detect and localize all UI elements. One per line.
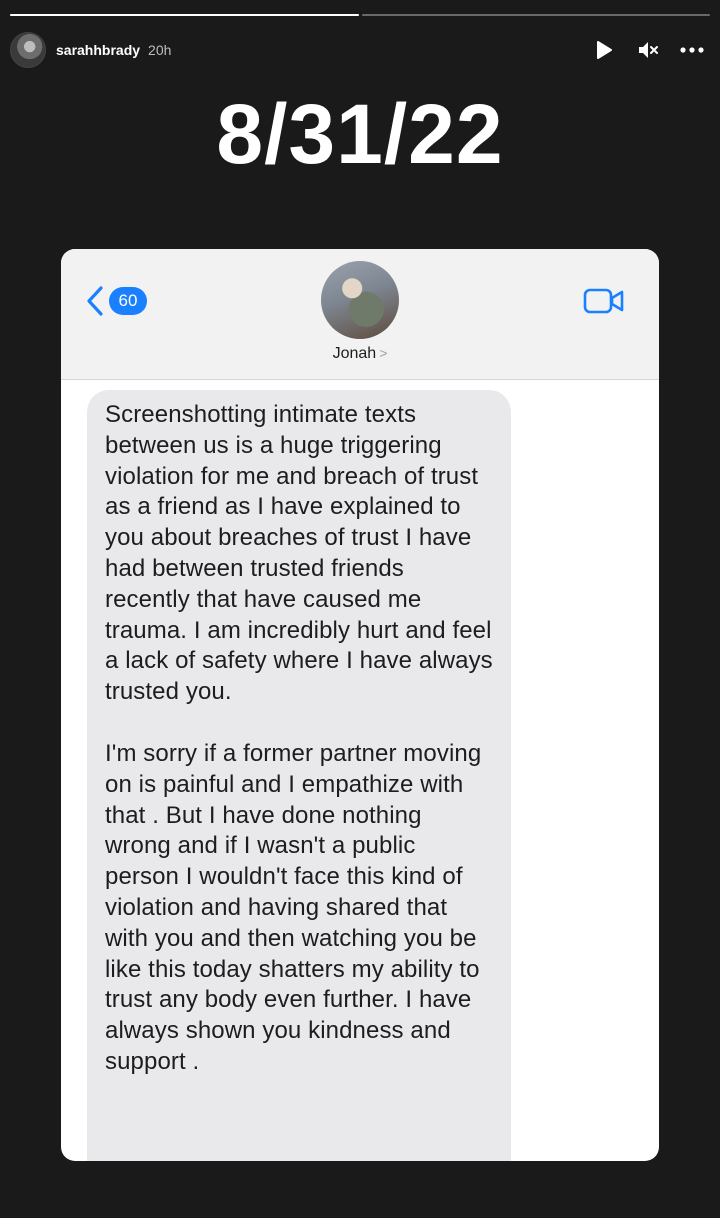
- chevron-left-icon: [87, 286, 103, 316]
- imessage-screenshot: 60 Jonah > Screenshotting intimate texts …: [61, 249, 659, 1161]
- more-horizontal-icon[interactable]: [680, 38, 704, 62]
- progress-segment-2: [361, 14, 710, 16]
- story-header: sarahhbrady 20h: [10, 30, 704, 70]
- play-icon[interactable]: [592, 38, 616, 62]
- back-button[interactable]: 60: [85, 285, 147, 317]
- contact-name[interactable]: Jonah >: [61, 345, 659, 363]
- message-bubble: Screenshotting intimate texts between us…: [87, 390, 511, 1161]
- video-call-icon[interactable]: [583, 287, 625, 320]
- avatar[interactable]: [10, 32, 46, 68]
- username[interactable]: sarahhbrady: [56, 42, 140, 58]
- progress-segment-1: [10, 14, 359, 16]
- message-paragraph-2: I'm sorry if a former partner moving on …: [105, 739, 482, 1075]
- story-date-text: 8/31/22: [216, 87, 504, 181]
- message-paragraph-1: Screenshotting intimate texts between us…: [105, 401, 493, 706]
- story-progress: [10, 14, 710, 17]
- speaker-muted-icon[interactable]: [636, 38, 660, 62]
- contact-photo[interactable]: [321, 261, 399, 339]
- unread-count-badge: 60: [109, 287, 147, 315]
- timestamp: 20h: [148, 42, 172, 58]
- chevron-right-icon: >: [379, 345, 388, 361]
- story-controls: [592, 38, 704, 62]
- conversation-header: 60 Jonah >: [61, 249, 659, 380]
